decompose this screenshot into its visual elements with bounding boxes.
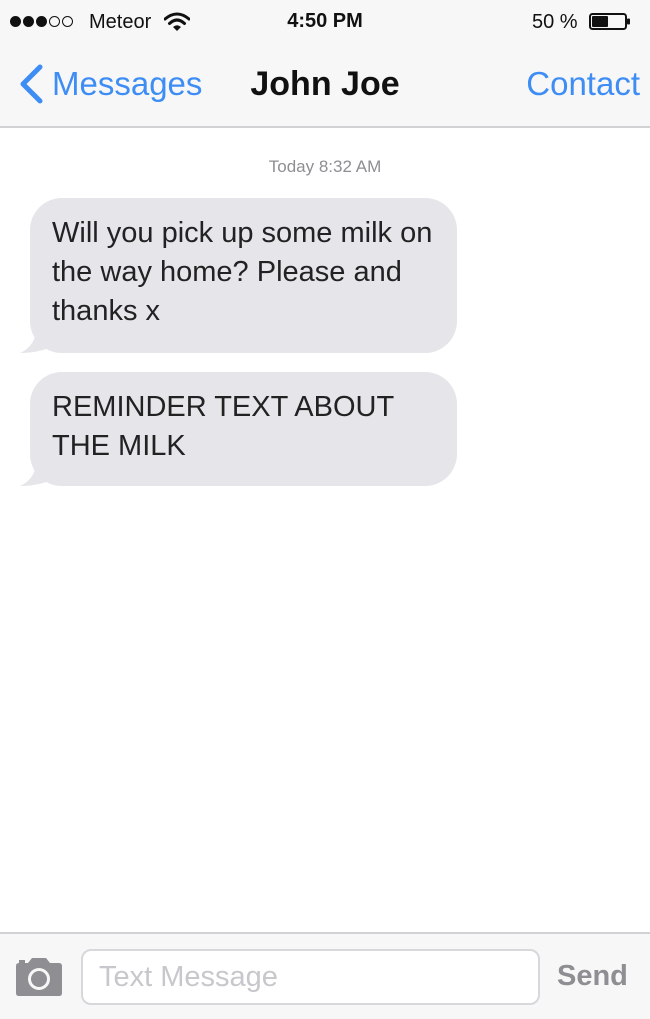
chevron-left-icon bbox=[20, 64, 43, 104]
send-button[interactable]: Send bbox=[557, 956, 628, 996]
battery-fill bbox=[592, 16, 608, 27]
messages-screen: Meteor 4:50 PM 50 % Messages John Joe Co… bbox=[0, 0, 650, 1019]
message-timestamp: Today 8:32 AM bbox=[268, 157, 382, 176]
nav-bar: Messages John Joe Contact bbox=[0, 44, 650, 128]
message-bubble[interactable]: Will you pick up some milk on the way ho… bbox=[20, 198, 457, 353]
back-button[interactable]: Messages bbox=[18, 64, 202, 104]
message-input[interactable] bbox=[81, 949, 540, 1005]
message-text: Will you pick up some milk on the way ho… bbox=[30, 198, 457, 353]
message-text: REMINDER TEXT ABOUT THE MILK bbox=[30, 372, 457, 486]
battery-icon bbox=[589, 13, 630, 30]
back-button-label: Messages bbox=[52, 65, 203, 102]
battery-percent: 50 % bbox=[532, 11, 578, 33]
camera-icon[interactable] bbox=[12, 956, 66, 998]
status-bar: Meteor 4:50 PM 50 % bbox=[0, 0, 650, 44]
message-input-bar: Send bbox=[0, 932, 650, 1019]
message-bubble[interactable]: REMINDER TEXT ABOUT THE MILK bbox=[20, 372, 457, 486]
contact-button[interactable]: Contact bbox=[526, 64, 640, 104]
